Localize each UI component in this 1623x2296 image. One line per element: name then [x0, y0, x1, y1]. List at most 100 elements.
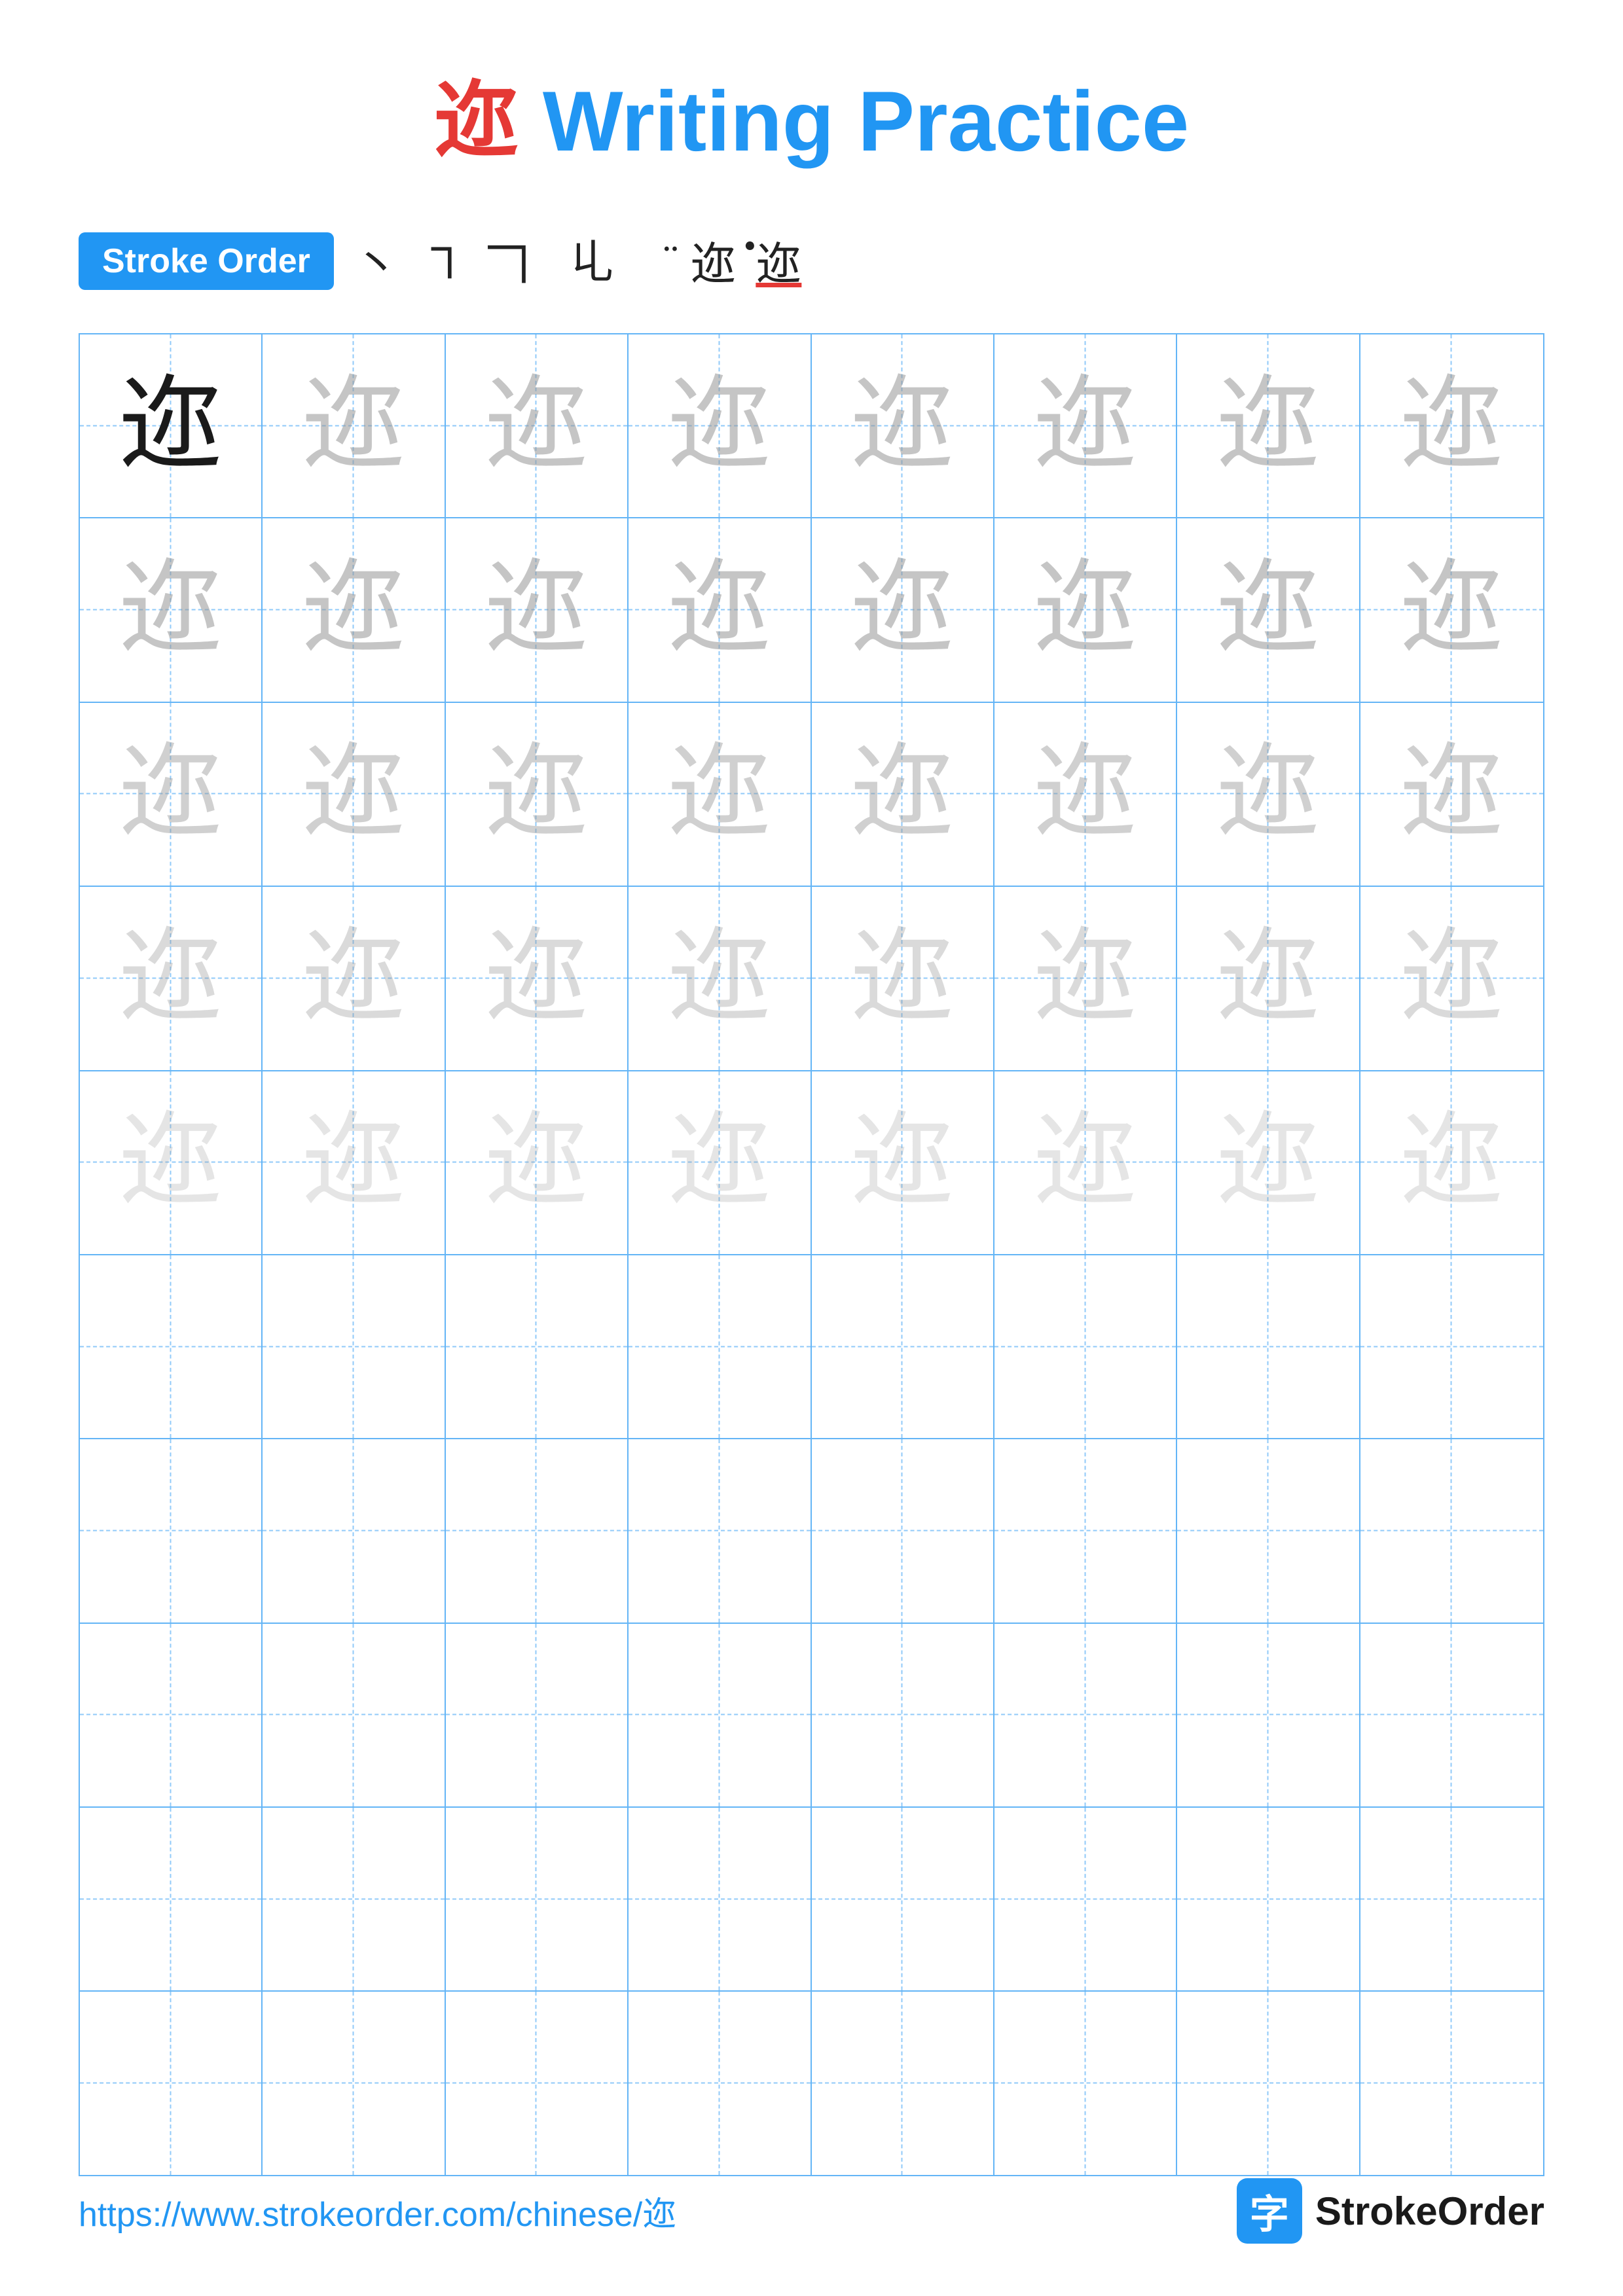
- grid-cell-10-8[interactable]: [1360, 1992, 1543, 2174]
- grid-cell-1-6[interactable]: 迩: [994, 334, 1177, 517]
- grid-cell-8-5[interactable]: [812, 1624, 994, 1806]
- grid-cell-8-6[interactable]: [994, 1624, 1177, 1806]
- grid-cell-8-3[interactable]: [446, 1624, 629, 1806]
- stroke-order-chars: 丶 ㇕ 𠃍 𠃎 𠃏 迩̈ 迩̇ 迩: [354, 228, 801, 294]
- grid-cell-5-7[interactable]: 迩: [1177, 1071, 1360, 1254]
- grid-cell-9-8[interactable]: [1360, 1808, 1543, 1990]
- grid-row-6: [80, 1255, 1543, 1439]
- grid-cell-8-4[interactable]: [629, 1624, 811, 1806]
- grid-cell-6-6[interactable]: [994, 1255, 1177, 1438]
- grid-cell-10-5[interactable]: [812, 1992, 994, 2174]
- grid-cell-8-7[interactable]: [1177, 1624, 1360, 1806]
- grid-cell-1-8[interactable]: 迩: [1360, 334, 1543, 517]
- grid-cell-4-6[interactable]: 迩: [994, 887, 1177, 1069]
- char-light1: 迩: [484, 374, 589, 478]
- grid-cell-2-3[interactable]: 迩: [446, 518, 629, 701]
- grid-cell-4-2[interactable]: 迩: [263, 887, 445, 1069]
- logo-icon: 字: [1237, 2178, 1302, 2244]
- grid-cell-5-8[interactable]: 迩: [1360, 1071, 1543, 1254]
- grid-cell-10-4[interactable]: [629, 1992, 811, 2174]
- stroke-2: ㇕: [419, 228, 465, 294]
- char-dark: 迩: [119, 374, 223, 478]
- grid-cell-4-7[interactable]: 迩: [1177, 887, 1360, 1069]
- grid-cell-9-5[interactable]: [812, 1808, 994, 1990]
- grid-cell-3-8[interactable]: 迩: [1360, 703, 1543, 886]
- grid-cell-10-3[interactable]: [446, 1992, 629, 2174]
- grid-cell-5-1[interactable]: 迩: [80, 1071, 263, 1254]
- grid-cell-2-8[interactable]: 迩: [1360, 518, 1543, 701]
- grid-cell-4-1[interactable]: 迩: [80, 887, 263, 1069]
- grid-cell-3-7[interactable]: 迩: [1177, 703, 1360, 886]
- grid-cell-7-4[interactable]: [629, 1439, 811, 1622]
- grid-cell-5-3[interactable]: 迩: [446, 1071, 629, 1254]
- grid-cell-3-1[interactable]: 迩: [80, 703, 263, 886]
- grid-cell-7-5[interactable]: [812, 1439, 994, 1622]
- grid-cell-7-6[interactable]: [994, 1439, 1177, 1622]
- grid-cell-1-5[interactable]: 迩: [812, 334, 994, 517]
- grid-cell-6-8[interactable]: [1360, 1255, 1543, 1438]
- title-text: Writing Practice: [519, 73, 1189, 169]
- stroke-3: 𠃍: [484, 228, 530, 294]
- grid-cell-10-6[interactable]: [994, 1992, 1177, 2174]
- grid-cell-5-2[interactable]: 迩: [263, 1071, 445, 1254]
- grid-cell-6-3[interactable]: [446, 1255, 629, 1438]
- grid-cell-4-4[interactable]: 迩: [629, 887, 811, 1069]
- practice-grid: 迩 迩 迩 迩 迩 迩 迩 迩 迩: [79, 333, 1544, 2176]
- grid-cell-2-6[interactable]: 迩: [994, 518, 1177, 701]
- grid-cell-6-4[interactable]: [629, 1255, 811, 1438]
- grid-cell-6-1[interactable]: [80, 1255, 263, 1438]
- grid-cell-8-1[interactable]: [80, 1624, 263, 1806]
- grid-cell-4-8[interactable]: 迩: [1360, 887, 1543, 1069]
- grid-cell-3-6[interactable]: 迩: [994, 703, 1177, 886]
- grid-cell-1-2[interactable]: 迩: [263, 334, 445, 517]
- grid-cell-4-5[interactable]: 迩: [812, 887, 994, 1069]
- grid-cell-1-7[interactable]: 迩: [1177, 334, 1360, 517]
- grid-cell-9-4[interactable]: [629, 1808, 811, 1990]
- stroke-order-row: Stroke Order 丶 ㇕ 𠃍 𠃎 𠃏 迩̈ 迩̇ 迩: [79, 228, 1544, 294]
- grid-cell-6-2[interactable]: [263, 1255, 445, 1438]
- grid-cell-7-3[interactable]: [446, 1439, 629, 1622]
- grid-cell-1-4[interactable]: 迩: [629, 334, 811, 517]
- char-light1: 迩: [667, 374, 772, 478]
- grid-cell-3-2[interactable]: 迩: [263, 703, 445, 886]
- grid-cell-7-8[interactable]: [1360, 1439, 1543, 1622]
- grid-cell-7-7[interactable]: [1177, 1439, 1360, 1622]
- grid-cell-8-8[interactable]: [1360, 1624, 1543, 1806]
- grid-cell-7-1[interactable]: [80, 1439, 263, 1622]
- grid-cell-9-2[interactable]: [263, 1808, 445, 1990]
- grid-cell-10-2[interactable]: [263, 1992, 445, 2174]
- grid-row-9: [80, 1808, 1543, 1992]
- grid-cell-5-5[interactable]: 迩: [812, 1071, 994, 1254]
- footer-url[interactable]: https://www.strokeorder.com/chinese/迩: [79, 2187, 676, 2236]
- char-light1: 迩: [1033, 374, 1138, 478]
- grid-cell-9-6[interactable]: [994, 1808, 1177, 1990]
- grid-row-2: 迩 迩 迩 迩 迩 迩 迩 迩: [80, 518, 1543, 702]
- grid-cell-5-4[interactable]: 迩: [629, 1071, 811, 1254]
- grid-cell-3-4[interactable]: 迩: [629, 703, 811, 886]
- grid-cell-10-1[interactable]: [80, 1992, 263, 2174]
- grid-cell-9-7[interactable]: [1177, 1808, 1360, 1990]
- grid-cell-1-1[interactable]: 迩: [80, 334, 263, 517]
- grid-cell-6-5[interactable]: [812, 1255, 994, 1438]
- grid-cell-8-2[interactable]: [263, 1624, 445, 1806]
- char-light1: 迩: [850, 374, 955, 478]
- grid-cell-1-3[interactable]: 迩: [446, 334, 629, 517]
- grid-cell-4-3[interactable]: 迩: [446, 887, 629, 1069]
- grid-cell-7-2[interactable]: [263, 1439, 445, 1622]
- grid-cell-2-4[interactable]: 迩: [629, 518, 811, 701]
- grid-cell-2-5[interactable]: 迩: [812, 518, 994, 701]
- grid-cell-5-6[interactable]: 迩: [994, 1071, 1177, 1254]
- grid-cell-2-1[interactable]: 迩: [80, 518, 263, 701]
- grid-cell-9-1[interactable]: [80, 1808, 263, 1990]
- grid-cell-2-2[interactable]: 迩: [263, 518, 445, 701]
- grid-cell-6-7[interactable]: [1177, 1255, 1360, 1438]
- grid-cell-10-7[interactable]: [1177, 1992, 1360, 2174]
- grid-cell-3-5[interactable]: 迩: [812, 703, 994, 886]
- stroke-1: 丶: [354, 228, 399, 294]
- grid-cell-9-3[interactable]: [446, 1808, 629, 1990]
- grid-cell-3-3[interactable]: 迩: [446, 703, 629, 886]
- char-light1: 迩: [301, 374, 406, 478]
- char-light1: 迩: [1216, 374, 1321, 478]
- stroke-5: 𠃏: [570, 233, 615, 289]
- grid-cell-2-7[interactable]: 迩: [1177, 518, 1360, 701]
